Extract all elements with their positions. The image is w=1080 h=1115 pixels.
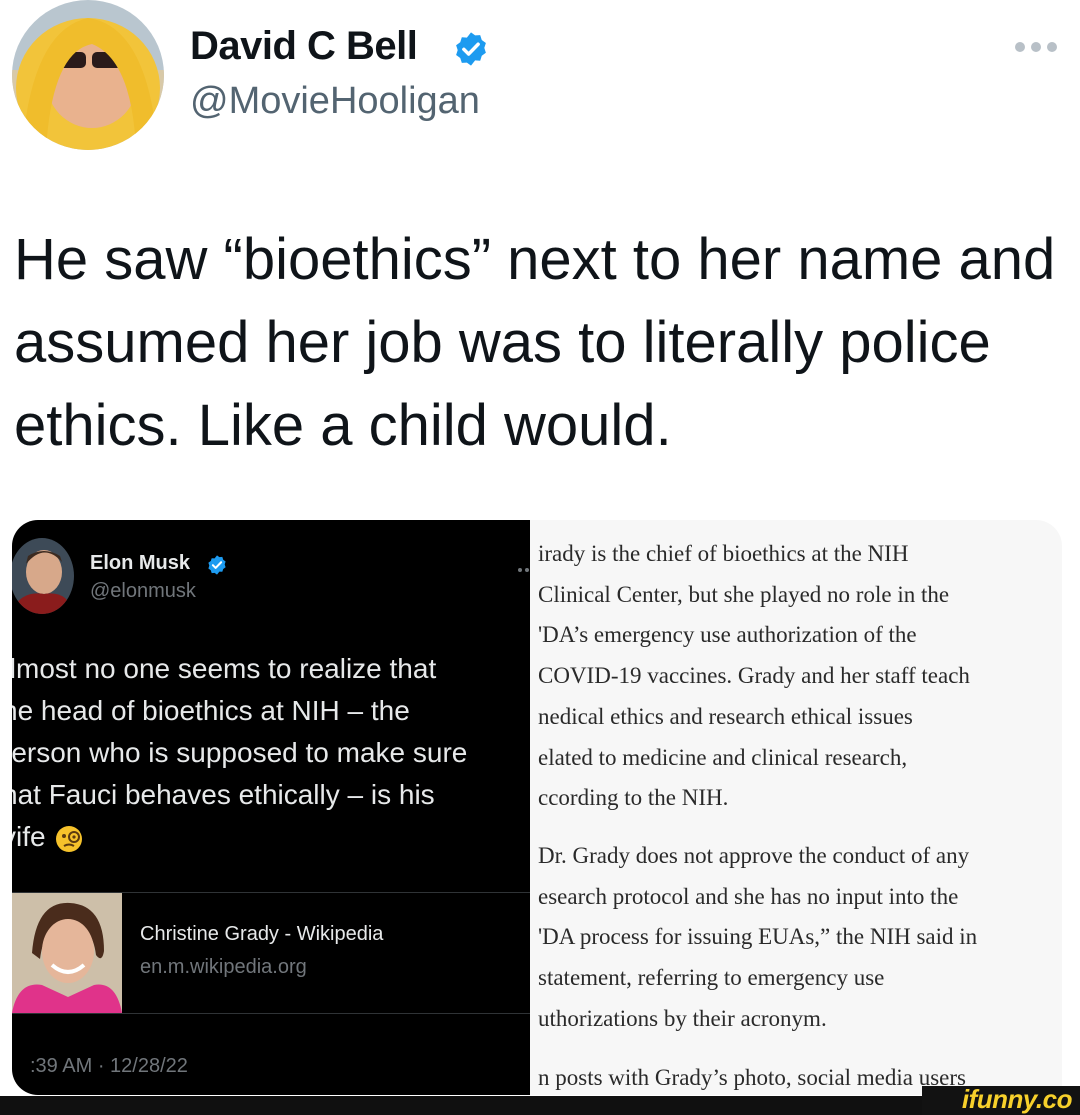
ifunny-watermark: ifunny.co (922, 1084, 1080, 1115)
article-line: COVID-19 vaccines. Grady and her staff t… (538, 663, 970, 689)
embedded-tweet-line: hat Fauci behaves ethically – is his (12, 779, 435, 810)
article-line: nedical ethics and research ethical issu… (538, 703, 913, 729)
article-line: esearch protocol and she has no input in… (538, 883, 959, 909)
embedded-tweet-line: )erson who is supposed to make sure (12, 737, 468, 768)
article-line: Clinical Center, but she played no role … (538, 581, 950, 607)
embedded-tweet-timestamp: :39 AM · 12/28/22 (30, 1055, 188, 1077)
article-line: 'DA process for issuing EUAs,” the NIH s… (538, 924, 978, 950)
author-avatar[interactable] (12, 0, 164, 150)
watermark-text: ifunny.co (961, 1084, 1073, 1114)
link-card-domain: en.m.wikipedia.org (140, 956, 307, 978)
tweet-text: He saw “bioethics” next to her name and … (14, 227, 1056, 458)
more-horizontal-icon (517, 560, 530, 572)
more-horizontal-icon[interactable] (1012, 38, 1060, 56)
embedded-author-name: Elon Musk (90, 552, 191, 574)
embedded-tweet-line: vife (12, 821, 46, 852)
verified-badge-icon (206, 554, 228, 576)
embedded-tweet-line-last: vife (12, 816, 530, 858)
embedded-tweet-screenshot: Elon Musk @elonmusk \lmost no one seems … (12, 520, 530, 1095)
article-line: statement, referring to emergency use (538, 965, 885, 991)
author-handle[interactable]: @MovieHooligan (190, 80, 480, 123)
watermark-bar (0, 1096, 1080, 1115)
article-line: uthorizations by their acronym. (538, 1005, 827, 1031)
article-line: 'DA’s emergency use authorization of the (538, 622, 917, 648)
embedded-tweet-line: he head of bioethics at NIH – the (12, 695, 410, 726)
embedded-author-handle: @elonmusk (90, 580, 196, 602)
tweet-media-image[interactable]: Elon Musk @elonmusk \lmost no one seems … (12, 520, 1062, 1095)
divider (12, 1013, 530, 1014)
embedded-author-avatar (12, 538, 74, 614)
embedded-tweet-text: \lmost no one seems to realize that he h… (12, 648, 530, 858)
article-paragraph: Dr. Grady does not approve the conduct o… (538, 836, 1062, 1040)
verified-badge-icon (452, 30, 490, 68)
article-paragraph: irady is the chief of bioethics at the N… (538, 534, 1062, 819)
author-display-name[interactable]: David C Bell (190, 24, 418, 69)
article-line: ccording to the NIH. (538, 785, 729, 811)
news-article-excerpt: irady is the chief of bioethics at the N… (538, 520, 1062, 1095)
embedded-tweet-line: \lmost no one seems to realize that (12, 653, 437, 684)
face-with-monocle-icon (54, 824, 84, 854)
article-line: irady is the chief of bioethics at the N… (538, 541, 909, 566)
article-line: elated to medicine and clinical research… (538, 744, 908, 770)
link-card-thumbnail (12, 893, 122, 1013)
link-card-title: Christine Grady - Wikipedia (140, 923, 384, 945)
article-line: Dr. Grady does not approve the conduct o… (538, 843, 970, 868)
